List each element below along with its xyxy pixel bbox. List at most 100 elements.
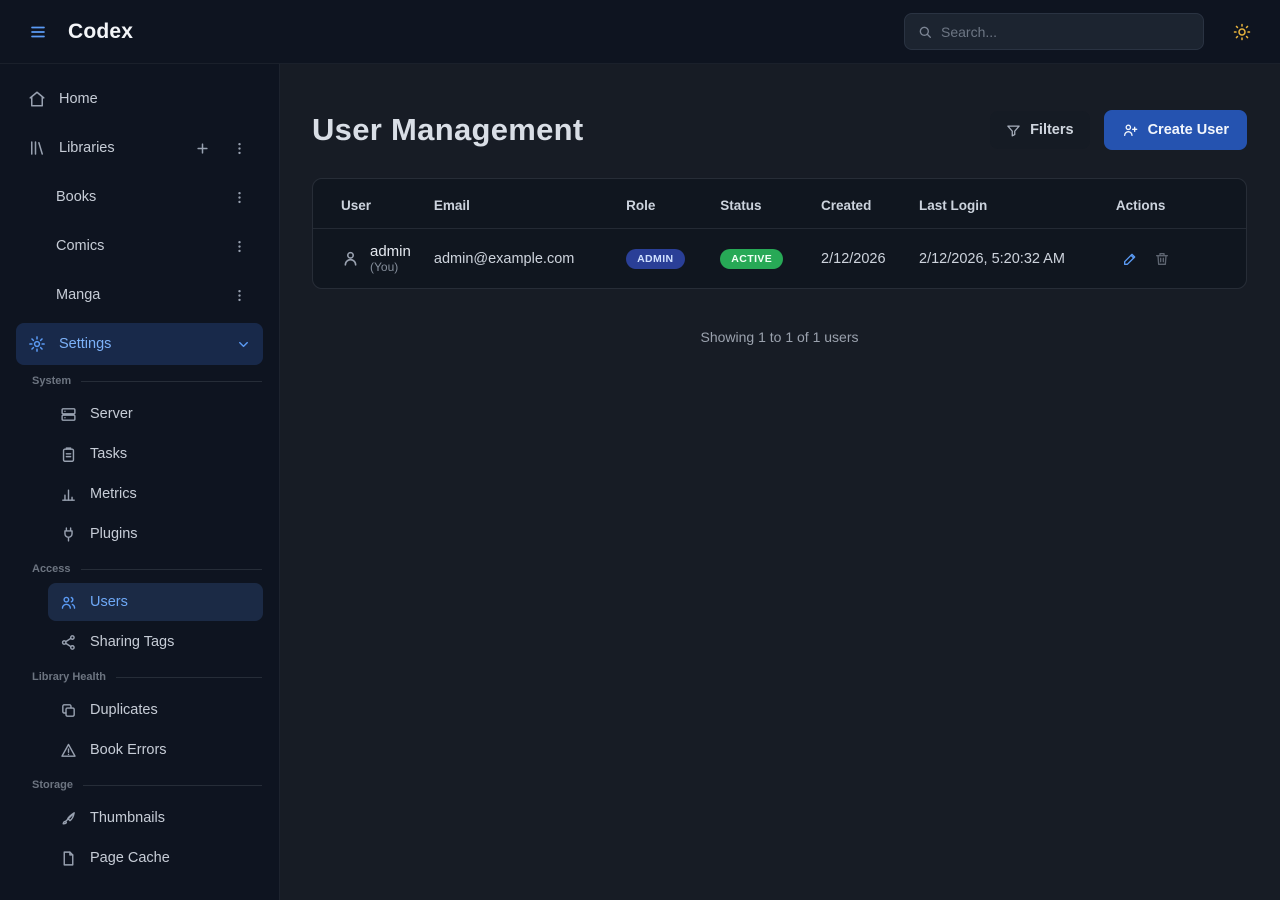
sidebar-item-label: Libraries	[59, 140, 115, 156]
sidebar-item-label: Tasks	[90, 446, 127, 462]
sidebar-item-plugins[interactable]: Plugins	[48, 515, 263, 553]
sidebar-item-thumbnails[interactable]: Thumbnails	[48, 799, 263, 837]
add-library-button[interactable]	[190, 136, 214, 160]
user-email: admin@example.com	[426, 229, 618, 289]
sidebar-item-label: Page Cache	[90, 850, 170, 866]
file-icon	[60, 850, 77, 867]
page-title: User Management	[312, 112, 584, 148]
column-header-created: Created	[813, 179, 911, 229]
sidebar-item-label: Book Errors	[90, 742, 167, 758]
warning-triangle-icon	[60, 742, 77, 759]
kebab-menu-icon	[232, 141, 247, 156]
sidebar-item-home[interactable]: Home	[16, 78, 263, 120]
sidebar-item-book-errors[interactable]: Book Errors	[48, 731, 263, 769]
sidebar-item-comics[interactable]: Comics	[16, 225, 263, 267]
user-you-label: (You)	[370, 260, 411, 274]
pagination-summary: Showing 1 to 1 of 1 users	[312, 329, 1247, 345]
gear-icon	[28, 335, 46, 353]
kebab-menu-icon	[232, 288, 247, 303]
sidebar-item-duplicates[interactable]: Duplicates	[48, 691, 263, 729]
app-title: Codex	[68, 20, 133, 44]
table-row: admin (You) admin@example.com ADMIN ACTI…	[313, 229, 1246, 289]
section-label-access: Access	[32, 563, 263, 575]
sidebar-item-label: Metrics	[90, 486, 137, 502]
sidebar-item-label: Server	[90, 406, 133, 422]
column-header-actions: Actions	[1108, 179, 1246, 229]
users-icon	[60, 594, 77, 611]
search-icon	[917, 24, 933, 40]
create-user-button[interactable]: Create User	[1104, 110, 1247, 150]
sidebar-item-metrics[interactable]: Metrics	[48, 475, 263, 513]
books-kebab-button[interactable]	[227, 185, 251, 209]
chevron-down-icon	[236, 337, 251, 352]
top-header: Codex	[0, 0, 1280, 64]
hamburger-icon	[29, 23, 47, 41]
sidebar-item-users[interactable]: Users	[48, 583, 263, 621]
main-content: User Management Filters Create User	[280, 64, 1280, 900]
bar-chart-icon	[60, 486, 77, 503]
home-icon	[28, 90, 46, 108]
sidebar-item-sharing-tags[interactable]: Sharing Tags	[48, 623, 263, 661]
search-box[interactable]	[904, 13, 1204, 50]
kebab-menu-icon	[232, 190, 247, 205]
sidebar-item-label: Plugins	[90, 526, 138, 542]
sidebar-item-label: Settings	[59, 336, 111, 352]
sidebar-item-tasks[interactable]: Tasks	[48, 435, 263, 473]
clipboard-icon	[60, 446, 77, 463]
sidebar-item-server[interactable]: Server	[48, 395, 263, 433]
manga-kebab-button[interactable]	[227, 283, 251, 307]
edit-user-button[interactable]	[1116, 245, 1144, 273]
user-name: admin	[370, 243, 411, 260]
sidebar-item-label: Manga	[56, 287, 100, 303]
sidebar-item-page-cache[interactable]: Page Cache	[48, 839, 263, 877]
sidebar-item-manga[interactable]: Manga	[16, 274, 263, 316]
column-header-role: Role	[618, 179, 712, 229]
sidebar: Home Libraries Books	[0, 64, 280, 900]
sidebar-item-label: Books	[56, 189, 96, 205]
plus-icon	[195, 141, 210, 156]
sidebar-item-label: Comics	[56, 238, 104, 254]
sidebar-item-libraries[interactable]: Libraries	[16, 127, 263, 169]
search-input[interactable]	[941, 24, 1191, 40]
copy-icon	[60, 702, 77, 719]
sidebar-item-label: Duplicates	[90, 702, 158, 718]
role-badge: ADMIN	[626, 249, 684, 269]
library-icon	[28, 139, 46, 157]
filters-button-label: Filters	[1030, 122, 1074, 138]
status-badge: ACTIVE	[720, 249, 783, 269]
user-avatar-icon	[341, 249, 360, 268]
share-icon	[60, 634, 77, 651]
sidebar-item-label: Sharing Tags	[90, 634, 174, 650]
kebab-menu-icon	[232, 239, 247, 254]
sidebar-item-label: Home	[59, 91, 98, 107]
section-label-storage: Storage	[32, 779, 263, 791]
sidebar-item-label: Thumbnails	[90, 810, 165, 826]
user-last-login: 2/12/2026, 5:20:32 AM	[911, 229, 1108, 289]
filter-icon	[1006, 123, 1021, 138]
comics-kebab-button[interactable]	[227, 234, 251, 258]
trash-icon	[1154, 251, 1170, 267]
user-plus-icon	[1122, 122, 1138, 138]
section-label-system: System	[32, 375, 263, 387]
filters-button[interactable]: Filters	[990, 111, 1090, 149]
sidebar-item-settings[interactable]: Settings	[16, 323, 263, 365]
pencil-icon	[1122, 251, 1138, 267]
create-user-button-label: Create User	[1148, 122, 1229, 138]
server-icon	[60, 406, 77, 423]
sidebar-item-books[interactable]: Books	[16, 176, 263, 218]
libraries-kebab-button[interactable]	[227, 136, 251, 160]
column-header-status: Status	[712, 179, 813, 229]
plug-icon	[60, 526, 77, 543]
sidebar-item-label: Users	[90, 594, 128, 610]
hamburger-menu-button[interactable]	[20, 14, 56, 50]
users-table-card: User Email Role Status Created Last Logi…	[312, 178, 1247, 289]
delete-user-button[interactable]	[1148, 245, 1176, 273]
theme-toggle-button[interactable]	[1224, 14, 1260, 50]
column-header-email: Email	[426, 179, 618, 229]
column-header-last-login: Last Login	[911, 179, 1108, 229]
user-created-date: 2/12/2026	[813, 229, 911, 289]
column-header-user: User	[313, 179, 426, 229]
sun-icon	[1233, 23, 1251, 41]
image-icon	[60, 810, 77, 827]
section-label-library-health: Library Health	[32, 671, 263, 683]
